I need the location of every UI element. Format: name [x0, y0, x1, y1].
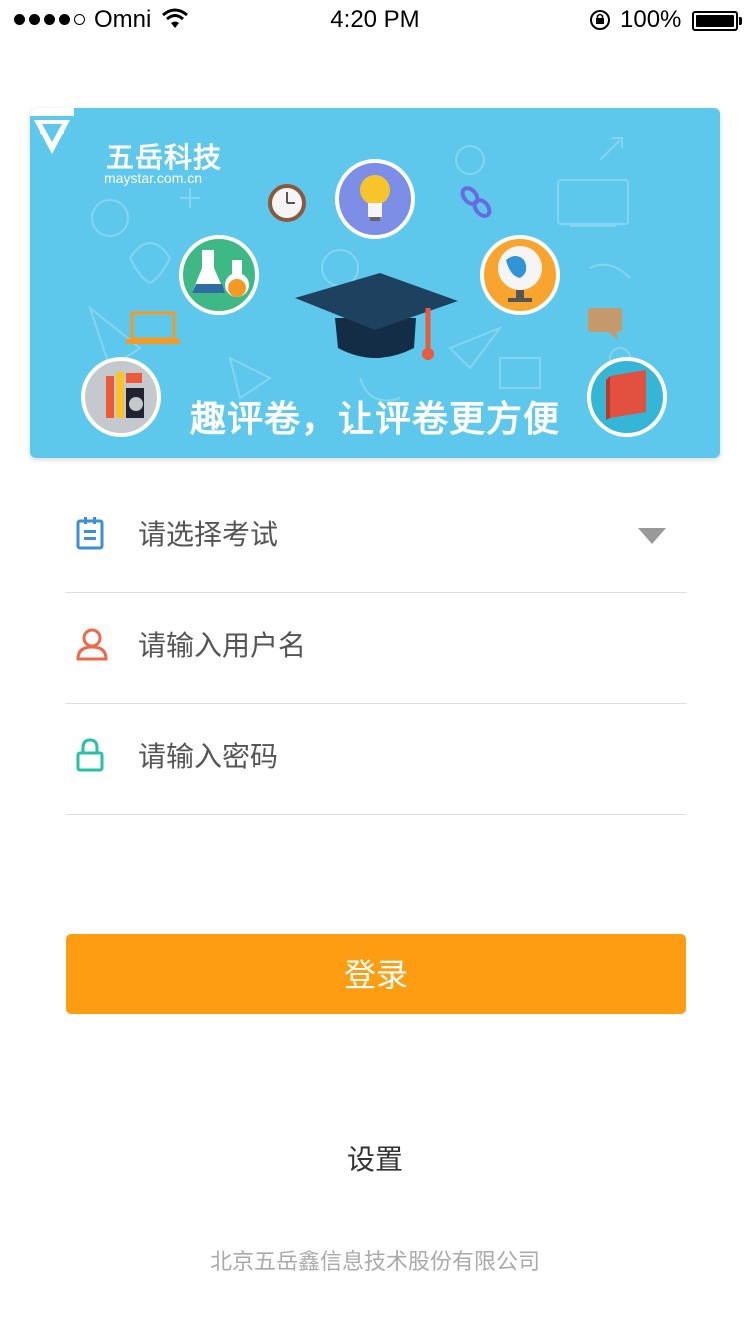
password-row — [66, 704, 686, 815]
password-input[interactable] — [138, 732, 618, 782]
lightbulb-icon — [335, 159, 415, 239]
promo-banner: 五岳科技 maystar.com.cn 趣评卷，让评卷更方便 — [30, 108, 720, 458]
username-input[interactable] — [138, 621, 618, 671]
exam-select-value: 请选择考试 — [138, 518, 279, 551]
laptop-icon — [126, 311, 180, 344]
brand-url: maystar.com.cn — [104, 170, 203, 186]
company-footer: 北京五岳鑫信息技术股份有限公司 — [209, 1250, 540, 1275]
chat-bubble-icon — [588, 308, 622, 340]
user-icon — [76, 628, 108, 661]
maystar-logo-icon — [30, 108, 74, 154]
status-bar: Omni 4:20 PM 100% — [0, 0, 750, 40]
battery-icon — [692, 11, 742, 31]
link-icon — [460, 186, 492, 218]
flask-icon — [179, 235, 259, 315]
graduation-cap-icon — [295, 273, 458, 360]
battery-percent: 100% — [620, 6, 682, 33]
settings-link[interactable]: 设置 — [0, 1138, 750, 1178]
clock-icon — [268, 184, 306, 222]
login-button[interactable]: 登录 — [66, 934, 686, 1014]
exam-select[interactable]: 请选择考试 — [66, 482, 686, 593]
lock-icon — [76, 738, 104, 772]
chevron-down-icon — [638, 528, 666, 544]
calendar-icon — [76, 517, 104, 550]
rotation-lock-icon — [590, 10, 610, 30]
banner-slogan: 趣评卷，让评卷更方便 — [189, 399, 560, 440]
globe-icon — [480, 235, 560, 315]
username-row — [66, 593, 686, 704]
